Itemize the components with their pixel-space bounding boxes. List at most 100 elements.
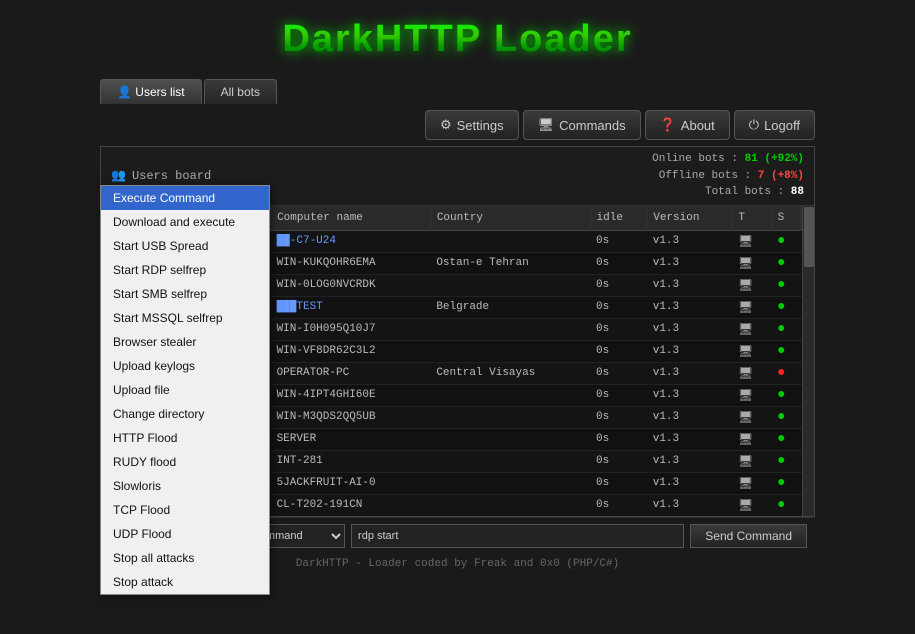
row-computer-name: WIN-M3QDS2QQ5UB [271, 406, 431, 428]
menu-item-upload-keylogs[interactable]: Upload keylogs [101, 354, 269, 378]
col-version: Version [647, 206, 732, 231]
row-computer-name: ███TEST [271, 296, 431, 318]
total-stat: Total bots : 88 [652, 184, 804, 201]
row-s: ● [771, 230, 800, 252]
menu-item-udp-flood[interactable]: UDP Flood [101, 522, 269, 546]
row-idle: 0s [590, 296, 647, 318]
row-s: ● [771, 340, 800, 362]
menu-item-upload-file[interactable]: Upload file [101, 378, 269, 402]
row-version: v1.3 [647, 450, 732, 472]
row-version: v1.3 [647, 384, 732, 406]
logoff-button[interactable]: ⏻ Logoff [734, 110, 815, 140]
row-s: ● [771, 252, 800, 274]
settings-icon: ⚙ [440, 117, 452, 133]
online-stat: Online bots : 81 (+92%) [652, 151, 804, 168]
row-t: 🖥 [732, 362, 771, 384]
about-button[interactable]: ❓ About [645, 110, 730, 140]
row-idle: 0s [590, 230, 647, 252]
row-idle: 0s [590, 406, 647, 428]
row-t: 🖥 [732, 494, 771, 516]
col-t: T [732, 206, 771, 231]
row-version: v1.3 [647, 274, 732, 296]
row-s: ● [771, 494, 800, 516]
row-idle: 0s [590, 428, 647, 450]
menu-item-http-flood[interactable]: HTTP Flood [101, 426, 269, 450]
row-version: v1.3 [647, 472, 732, 494]
row-s: ● [771, 384, 800, 406]
row-computer-name: WIN-I0H095Q10J7 [271, 318, 431, 340]
row-country [430, 472, 590, 494]
row-country: Ostan-e Tehran [430, 252, 590, 274]
row-s: ● [771, 406, 800, 428]
send-command-button[interactable]: Send Command [690, 524, 807, 548]
row-version: v1.3 [647, 252, 732, 274]
row-version: v1.3 [647, 230, 732, 252]
row-computer-name: CL-T202-191CN [271, 494, 431, 516]
users-icon: 👤 [117, 85, 132, 99]
menu-item-download-and-execute[interactable]: Download and execute [101, 210, 269, 234]
row-computer-name: 5JACKFRUIT-AI-0 [271, 472, 431, 494]
menu-item-slowloris[interactable]: Slowloris [101, 474, 269, 498]
app-title: DarkHTTP Loader [0, 18, 915, 61]
menu-item-execute-command[interactable]: Execute Command [101, 186, 269, 210]
col-s: S [771, 206, 800, 231]
menu-item-change-directory[interactable]: Change directory [101, 402, 269, 426]
row-computer-name: OPERATOR-PC [271, 362, 431, 384]
row-computer-name: SERVER [271, 428, 431, 450]
stats-right: Online bots : 81 (+92%) Offline bots : 7… [652, 151, 804, 201]
board-title: 👥 Users board [111, 168, 211, 183]
navbar: ⚙ Settings 🖥 Commands ❓ About ⏻ Logoff [0, 104, 915, 146]
commands-button[interactable]: 🖥 Commands [523, 110, 641, 140]
row-t: 🖥 [732, 384, 771, 406]
menu-item-stop-all-attacks[interactable]: Stop all attacks [101, 546, 269, 570]
header: DarkHTTP Loader [0, 0, 915, 73]
col-idle: idle [590, 206, 647, 231]
row-version: v1.3 [647, 318, 732, 340]
row-t: 🖥 [732, 252, 771, 274]
row-idle: 0s [590, 274, 647, 296]
row-t: 🖥 [732, 230, 771, 252]
row-t: 🖥 [732, 296, 771, 318]
row-idle: 0s [590, 384, 647, 406]
row-s: ● [771, 428, 800, 450]
row-computer-name: ██-C7-U24 [271, 230, 431, 252]
menu-item-start-mssql-selfrep[interactable]: Start MSSQL selfrep [101, 306, 269, 330]
col-country: Country [430, 206, 590, 231]
row-country [430, 428, 590, 450]
row-s: ● [771, 362, 800, 384]
row-s: ● [771, 296, 800, 318]
row-country [430, 450, 590, 472]
row-idle: 0s [590, 252, 647, 274]
row-country [430, 274, 590, 296]
menu-item-stop-attack[interactable]: Stop attack [101, 570, 269, 594]
scroll-thumb[interactable] [804, 207, 814, 267]
users-board-icon: 👥 [111, 168, 126, 183]
menu-item-browser-stealer[interactable]: Browser stealer [101, 330, 269, 354]
row-idle: 0s [590, 318, 647, 340]
row-t: 🖥 [732, 450, 771, 472]
settings-button[interactable]: ⚙ Settings [425, 110, 519, 140]
row-computer-name: WIN-0LOG0NVCRDK [271, 274, 431, 296]
tab-all-bots[interactable]: All bots [204, 79, 277, 104]
tab-users-list[interactable]: 👤 Users list [100, 79, 202, 104]
row-country: Central Visayas [430, 362, 590, 384]
row-s: ● [771, 450, 800, 472]
menu-item-rudy-flood[interactable]: RUDY flood [101, 450, 269, 474]
row-version: v1.3 [647, 340, 732, 362]
row-idle: 0s [590, 494, 647, 516]
row-idle: 0s [590, 472, 647, 494]
menu-item-start-rdp-selfrep[interactable]: Start RDP selfrep [101, 258, 269, 282]
about-icon: ❓ [660, 117, 676, 133]
row-s: ● [771, 274, 800, 296]
row-idle: 0s [590, 340, 647, 362]
row-version: v1.3 [647, 296, 732, 318]
scrollbar[interactable] [802, 206, 814, 516]
cmd-input[interactable] [351, 524, 684, 548]
row-t: 🖥 [732, 428, 771, 450]
row-s: ● [771, 318, 800, 340]
menu-item-tcp-flood[interactable]: TCP Flood [101, 498, 269, 522]
row-version: v1.3 [647, 428, 732, 450]
menu-item-start-smb-selfrep[interactable]: Start SMB selfrep [101, 282, 269, 306]
row-computer-name: INT-281 [271, 450, 431, 472]
menu-item-start-usb-spread[interactable]: Start USB Spread [101, 234, 269, 258]
